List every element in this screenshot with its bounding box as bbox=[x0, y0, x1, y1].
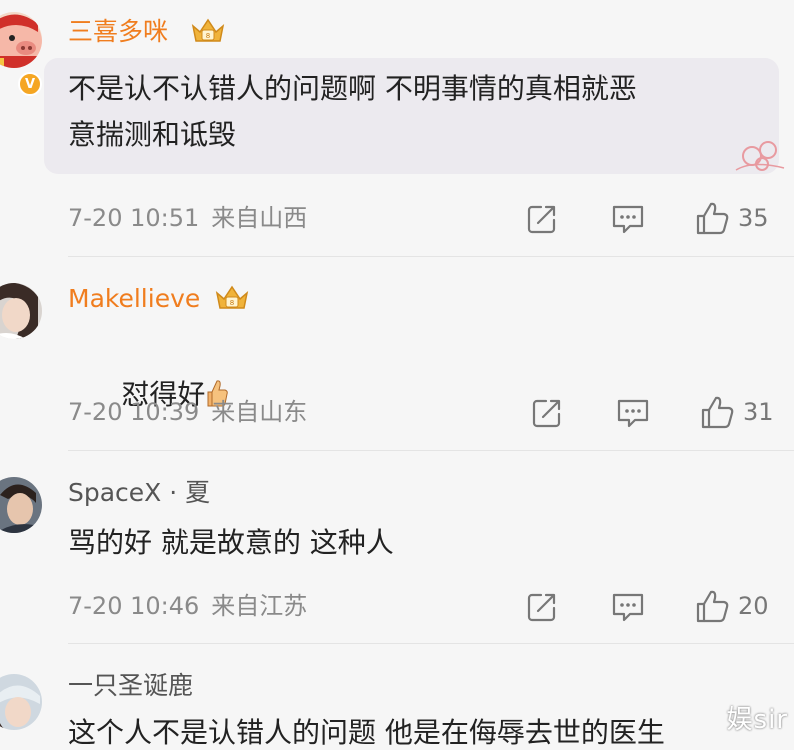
comment-text: 怼得好 bbox=[68, 326, 229, 464]
watermark-logo: 娱sir bbox=[726, 705, 788, 735]
man-photo-avatar[interactable] bbox=[0, 477, 42, 533]
share-icon bbox=[527, 593, 556, 622]
comment-icon bbox=[617, 399, 649, 428]
username[interactable]: Makellieve bbox=[68, 283, 200, 315]
comment-date: 7-20 10:46 bbox=[68, 592, 200, 620]
girl-avatar-graphic bbox=[0, 283, 42, 339]
share-icon bbox=[532, 399, 561, 428]
comment-meta: 7-20 10:51 来自山西 bbox=[68, 203, 307, 233]
pig-cartoon-avatar[interactable] bbox=[0, 12, 42, 68]
vip-crown-icon: 8 bbox=[191, 18, 225, 42]
comment-icon bbox=[612, 205, 644, 234]
comment-location: 来自江苏 bbox=[211, 592, 308, 620]
share-button[interactable] bbox=[525, 590, 559, 624]
thumbs-up-icon bbox=[696, 202, 729, 235]
reply-button[interactable] bbox=[610, 202, 646, 236]
flower-decoration-icon bbox=[735, 141, 785, 171]
reply-button[interactable] bbox=[615, 396, 651, 430]
pig-avatar-graphic bbox=[0, 12, 42, 68]
username[interactable]: 三喜多咪 bbox=[68, 16, 168, 48]
comment-text: 骂的好 就是故意的 这种人 bbox=[68, 526, 394, 559]
comment-item: Makellieve 8 怼得好 7-20 10:39 来自山东 31 bbox=[0, 257, 794, 451]
comment-text: 这个人不是认错人的问题 他是在侮辱去世的医生 bbox=[68, 716, 665, 749]
thumbs-up-icon bbox=[696, 590, 729, 623]
man-avatar-graphic bbox=[0, 477, 42, 533]
comment-location: 来自山东 bbox=[211, 398, 308, 426]
comment-meta: 7-20 10:39 来自山东 bbox=[68, 397, 307, 427]
svg-text:8: 8 bbox=[230, 299, 234, 307]
share-button[interactable] bbox=[525, 202, 559, 236]
svg-text:8: 8 bbox=[206, 32, 210, 40]
girl-hat-avatar-graphic bbox=[0, 674, 42, 730]
username[interactable]: SpaceX · 夏 bbox=[68, 477, 210, 509]
reply-button[interactable] bbox=[610, 590, 646, 624]
share-icon bbox=[527, 205, 556, 234]
username[interactable]: 一只圣诞鹿 bbox=[68, 670, 193, 702]
comment-item: V 三喜多咪 8 不是认不认错人的问题啊 不明事情的真相就恶 意揣测和诋毁 7-… bbox=[0, 0, 794, 257]
like-button[interactable]: 20 bbox=[694, 588, 769, 624]
girl-photo-avatar[interactable] bbox=[0, 283, 42, 339]
like-count: 20 bbox=[738, 592, 769, 620]
comment-location: 来自山西 bbox=[211, 204, 308, 232]
comment-date: 7-20 10:39 bbox=[68, 398, 200, 426]
share-button[interactable] bbox=[530, 396, 564, 430]
like-count: 35 bbox=[738, 204, 769, 232]
verified-badge: V bbox=[18, 72, 42, 96]
like-button[interactable]: 35 bbox=[694, 200, 769, 236]
comment-item: 一只圣诞鹿 这个人不是认错人的问题 他是在侮辱去世的医生 娱sir bbox=[0, 644, 794, 750]
comment-icon bbox=[612, 593, 644, 622]
girl-hat-photo-avatar[interactable] bbox=[0, 674, 42, 730]
comment-date: 7-20 10:51 bbox=[68, 204, 200, 232]
like-button[interactable]: 31 bbox=[699, 394, 774, 430]
comment-meta: 7-20 10:46 来自江苏 bbox=[68, 591, 307, 621]
vip-crown-icon: 8 bbox=[215, 285, 249, 309]
comment-item: SpaceX · 夏 骂的好 就是故意的 这种人 7-20 10:46 来自江苏 bbox=[0, 451, 794, 644]
thumbs-up-icon bbox=[701, 396, 734, 429]
comment-list: V 三喜多咪 8 不是认不认错人的问题啊 不明事情的真相就恶 意揣测和诋毁 7-… bbox=[0, 0, 794, 750]
like-count: 31 bbox=[743, 398, 774, 426]
comment-text: 不是认不认错人的问题啊 不明事情的真相就恶 意揣测和诋毁 bbox=[68, 72, 637, 151]
